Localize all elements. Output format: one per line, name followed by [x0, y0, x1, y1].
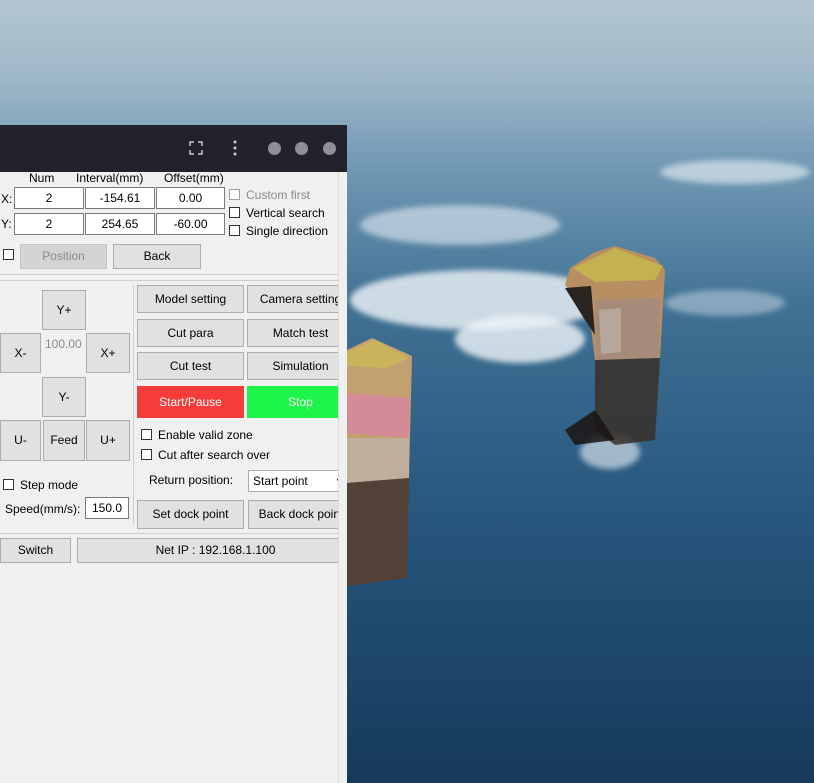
back-dock-point-button[interactable]: Back dock point [248, 500, 347, 529]
fullscreen-icon[interactable] [189, 141, 203, 158]
interval-header: Interval(mm) [76, 171, 144, 185]
custom-first-label: Custom first [246, 188, 311, 202]
net-ip-display: Net IP : 192.168.1.100 [77, 538, 347, 563]
single-direction-checkbox[interactable] [229, 225, 240, 236]
y-interval-input[interactable]: 254.65 [85, 213, 155, 235]
speed-label: Speed(mm/s): [5, 502, 81, 516]
section-divider [0, 533, 338, 534]
enable-valid-zone-checkbox[interactable] [141, 429, 152, 440]
x-plus-button[interactable]: X+ [86, 333, 130, 373]
y-minus-button[interactable]: Y- [42, 377, 86, 417]
window-close-button[interactable] [323, 142, 336, 155]
y-row-label: Y: [1, 217, 12, 231]
wooden-piling-left [347, 338, 412, 586]
u-minus-button[interactable]: U- [0, 420, 41, 461]
y-offset-input[interactable]: -60.00 [156, 213, 225, 235]
simulation-button[interactable]: Simulation [247, 352, 347, 380]
y-plus-button[interactable]: Y+ [42, 290, 86, 330]
y-num-input[interactable]: 2 [14, 213, 84, 235]
single-direction-label: Single direction [246, 224, 329, 238]
speed-input[interactable]: 150.0 [85, 497, 129, 519]
vertical-search-checkbox[interactable] [229, 207, 240, 218]
u-plus-button[interactable]: U+ [86, 420, 130, 461]
start-pause-button[interactable]: Start/Pause [137, 386, 244, 418]
stop-button[interactable]: Stop [247, 386, 347, 418]
back-button[interactable]: Back [113, 244, 201, 269]
cut-after-search-checkbox[interactable] [141, 449, 152, 460]
cut-after-search-label: Cut after search over [158, 448, 271, 462]
step-mode-checkbox[interactable] [3, 479, 14, 490]
more-vertical-icon[interactable] [232, 140, 238, 159]
vertical-search-label: Vertical search [246, 206, 325, 220]
offset-header: Offset(mm) [164, 171, 224, 185]
num-header: Num [29, 171, 55, 185]
return-position-select[interactable]: Start point ▼ [248, 470, 347, 492]
window-minimize-button[interactable] [268, 142, 281, 155]
custom-first-checkbox[interactable] [229, 189, 240, 200]
return-position-value: Start point [253, 474, 308, 488]
section-divider [0, 280, 338, 281]
x-num-input[interactable]: 2 [14, 187, 84, 209]
cut-para-button[interactable]: Cut para [137, 319, 244, 347]
vertical-scrollbar[interactable] [338, 172, 347, 783]
title-bar [0, 125, 347, 172]
step-mode-label: Step mode [20, 478, 79, 492]
window-maximize-button[interactable] [295, 142, 308, 155]
match-test-button[interactable]: Match test [247, 319, 347, 347]
x-minus-button[interactable]: X- [0, 333, 41, 373]
cut-test-button[interactable]: Cut test [137, 352, 244, 380]
step-value-display: 100.00 [45, 337, 82, 351]
return-position-label: Return position: [149, 473, 234, 487]
x-interval-input[interactable]: -154.61 [85, 187, 155, 209]
switch-button[interactable]: Switch [0, 538, 71, 563]
model-setting-button[interactable]: Model setting [137, 285, 244, 313]
enable-valid-zone-label: Enable valid zone [158, 428, 253, 442]
camera-setting-button[interactable]: Camera setting [247, 285, 347, 313]
cloud [660, 160, 810, 184]
x-offset-input[interactable]: 0.00 [156, 187, 225, 209]
section-divider [0, 274, 338, 275]
laser-control-window: Num Interval(mm) Offset(mm) X: 2 -154.61… [0, 125, 347, 783]
feed-button[interactable]: Feed [43, 420, 85, 461]
wooden-piling-right [565, 246, 665, 445]
cloud [360, 205, 560, 245]
x-row-label: X: [1, 192, 13, 206]
cloud [665, 290, 785, 316]
position-button[interactable]: Position [20, 244, 107, 269]
vertical-divider [133, 285, 134, 525]
position-checkbox[interactable] [3, 249, 14, 260]
set-dock-point-button[interactable]: Set dock point [137, 500, 244, 529]
